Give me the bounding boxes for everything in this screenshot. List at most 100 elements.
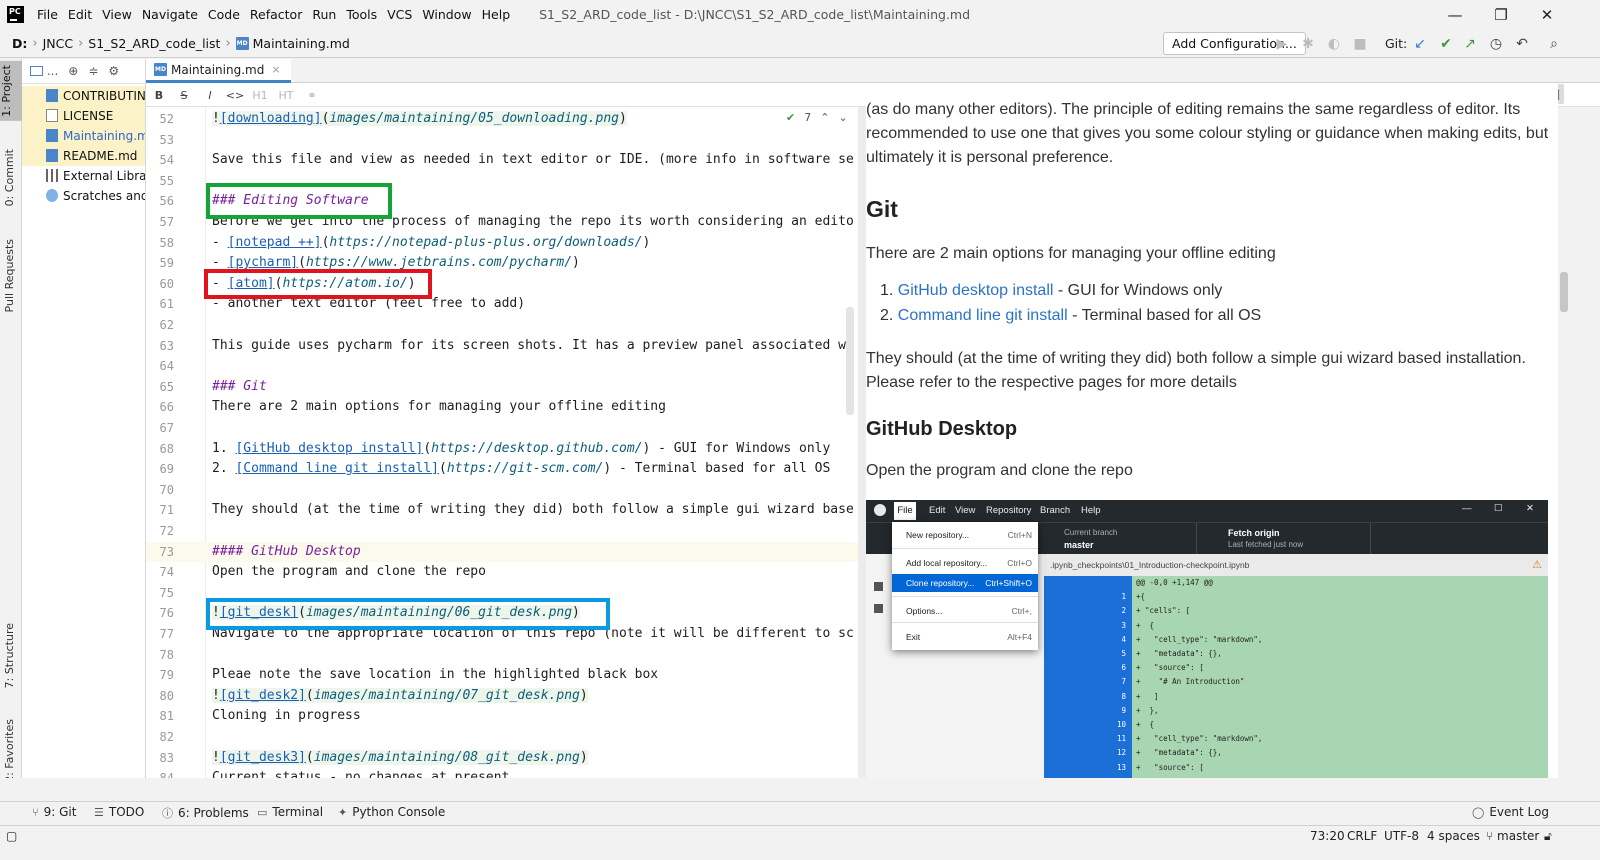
preview-scrollbar[interactable] xyxy=(1560,272,1568,312)
tool-git[interactable]: ⑂ 9: Git xyxy=(32,805,76,819)
editor-line[interactable]: 73 #### GitHub Desktop xyxy=(146,541,858,563)
italic-icon[interactable]: I xyxy=(201,86,219,104)
minimize-button[interactable]: — xyxy=(1432,0,1478,29)
git-update-icon[interactable]: ↙ xyxy=(1410,34,1430,54)
editor-line[interactable]: 84 Current status - no changes at present xyxy=(146,768,858,778)
breadcrumb-jncc[interactable]: JNCC xyxy=(43,36,74,51)
tool-terminal[interactable]: ▭ Terminal xyxy=(257,805,323,819)
editor-line[interactable]: 72 xyxy=(146,521,858,542)
code-icon[interactable]: <> xyxy=(226,86,244,104)
menu-help[interactable]: Help xyxy=(477,0,516,29)
project-view-selector[interactable]: ... xyxy=(30,64,58,78)
code-editor[interactable]: 52 ![downloading](images/maintaining/05_d… xyxy=(146,107,858,778)
menu-file[interactable]: File xyxy=(32,0,63,29)
project-item-contributing[interactable]: CONTRIBUTING xyxy=(22,86,145,106)
editor-line[interactable]: 65 ### Git xyxy=(146,377,858,398)
collapse-all-icon[interactable]: ≑ xyxy=(88,64,98,78)
editor-line[interactable]: 71 They should (at the time of writing th… xyxy=(146,500,858,521)
line-number: 72 xyxy=(159,524,174,538)
close-icon[interactable]: × xyxy=(271,63,280,76)
stop-icon[interactable]: ■ xyxy=(1350,34,1370,54)
restore-button[interactable]: ❐ xyxy=(1478,0,1524,29)
toggle-tool-windows-icon[interactable]: ▢ xyxy=(6,829,17,843)
project-item-external-libraries[interactable]: External Librarie xyxy=(22,166,145,186)
split-divider[interactable] xyxy=(858,107,866,778)
git-commit-icon[interactable]: ✔ xyxy=(1436,34,1456,54)
editor-line[interactable]: 70 xyxy=(146,480,858,501)
tool-python-console[interactable]: ✦ Python Console xyxy=(338,805,445,819)
header-level-icon[interactable]: HT xyxy=(277,86,295,104)
header-icon[interactable]: H1 xyxy=(251,86,269,104)
caret-position[interactable]: 73:20 xyxy=(1310,829,1345,843)
editor-line[interactable]: 63 This guide uses pycharm for its screen… xyxy=(146,336,858,357)
git-branch-status[interactable]: ⑂ master xyxy=(1486,829,1539,843)
locate-icon[interactable]: ⊕ xyxy=(68,64,78,78)
tab-project[interactable]: 1: Project xyxy=(0,61,22,121)
editor-line[interactable]: 66 There are 2 main options for managing … xyxy=(146,397,858,418)
tab-maintaining-md[interactable]: MD Maintaining.md × xyxy=(146,59,291,83)
tab-structure[interactable]: 7: Structure xyxy=(3,623,16,688)
indent-setting[interactable]: 4 spaces xyxy=(1427,829,1480,843)
tab-pull-requests[interactable]: Pull Requests xyxy=(3,239,16,312)
git-history-icon[interactable]: ◷ xyxy=(1486,34,1506,54)
editor-line[interactable]: 83 ![git_desk3](images/maintaining/08_git… xyxy=(146,748,858,769)
git-push-icon[interactable]: ↗ xyxy=(1460,34,1480,54)
editor-line[interactable]: 81 Cloning in progress xyxy=(146,706,858,727)
menu-refactor[interactable]: Refactor xyxy=(245,0,307,29)
github-desktop-link[interactable]: GitHub desktop install xyxy=(898,282,1054,299)
search-icon[interactable]: ⌕ xyxy=(1544,34,1564,54)
breadcrumb-project[interactable]: S1_S2_ARD_code_list xyxy=(88,36,220,51)
editor-line[interactable]: 82 xyxy=(146,727,858,748)
inspection-widget[interactable]: ✔ 7 ⌃ ⌄ xyxy=(786,111,848,124)
tool-todo[interactable]: ☰ TODO xyxy=(94,805,144,819)
project-item-maintaining[interactable]: Maintaining.md xyxy=(22,126,145,146)
rollback-icon[interactable]: ↶ xyxy=(1512,34,1532,54)
gd-diff-line-number: 2 xyxy=(1121,606,1126,616)
menu-run[interactable]: Run xyxy=(307,0,341,29)
editor-line[interactable]: 78 xyxy=(146,645,858,666)
chevron-up-icon[interactable]: ⌃ xyxy=(820,111,829,124)
settings-icon[interactable]: ⚙ xyxy=(108,64,119,78)
link-icon[interactable]: ⚭ xyxy=(303,86,321,104)
line-separator[interactable]: CRLF xyxy=(1347,829,1377,843)
project-item-readme[interactable]: README.md xyxy=(22,146,145,166)
project-item-license[interactable]: LICENSE xyxy=(22,106,145,126)
breadcrumb-file[interactable]: Maintaining.md xyxy=(253,36,350,51)
menu-edit[interactable]: Edit xyxy=(63,0,97,29)
bold-icon[interactable]: B xyxy=(150,86,168,104)
debug-icon[interactable]: ✱ xyxy=(1298,34,1318,54)
command-line-git-link[interactable]: Command line git install xyxy=(898,307,1068,324)
editor-line[interactable]: 68 1. [GitHub desktop install](https://de… xyxy=(146,439,858,460)
chevron-down-icon[interactable]: ⌄ xyxy=(838,111,847,124)
editor-line[interactable]: 69 2. [Command line git install](https://… xyxy=(146,459,858,480)
file-encoding[interactable]: UTF-8 xyxy=(1384,829,1419,843)
editor-line[interactable]: 80 ![git_desk2](images/maintaining/07_git… xyxy=(146,686,858,707)
menu-navigate[interactable]: Navigate xyxy=(137,0,203,29)
menu-vcs[interactable]: VCS xyxy=(382,0,417,29)
project-item-scratches[interactable]: Scratches and C xyxy=(22,186,145,206)
tool-event-log[interactable]: ◯ Event Log xyxy=(1472,805,1549,819)
tab-favorites[interactable]: 2: Favorites xyxy=(3,719,16,783)
editor-line[interactable]: 79 Pleae note the save location in the hi… xyxy=(146,665,858,686)
editor-line[interactable]: 64 xyxy=(146,356,858,377)
editor-line[interactable]: 62 xyxy=(146,315,858,336)
close-window-button[interactable]: ✕ xyxy=(1524,0,1570,29)
tool-problems[interactable]: ⓘ 6: Problems xyxy=(162,805,249,821)
menu-code[interactable]: Code xyxy=(203,0,245,29)
menu-tools[interactable]: Tools xyxy=(341,0,382,29)
breadcrumb-drive[interactable]: D: xyxy=(12,36,27,51)
run-icon[interactable]: ▶ xyxy=(1272,34,1292,54)
editor-line[interactable]: 53 xyxy=(146,130,858,151)
strikethrough-icon[interactable]: S xyxy=(175,86,193,104)
editor-line[interactable]: 52 ![downloading](images/maintaining/05_d… xyxy=(146,109,858,130)
editor-scrollbar[interactable] xyxy=(846,307,854,415)
editor-line[interactable]: 67 xyxy=(146,418,858,439)
menu-view[interactable]: View xyxy=(97,0,137,29)
editor-line[interactable]: 74 Open the program and clone the repo xyxy=(146,562,858,583)
menu-window[interactable]: Window xyxy=(417,0,476,29)
tab-commit[interactable]: 0: Commit xyxy=(3,149,16,206)
editor-line[interactable]: 58 - [notepad ++](https://notepad-plus-pl… xyxy=(146,233,858,254)
editor-line[interactable]: 54 Save this file and view as needed in t… xyxy=(146,150,858,171)
lock-icon[interactable]: 🔓︎ xyxy=(1544,829,1552,844)
coverage-icon[interactable]: ◐ xyxy=(1324,34,1344,54)
